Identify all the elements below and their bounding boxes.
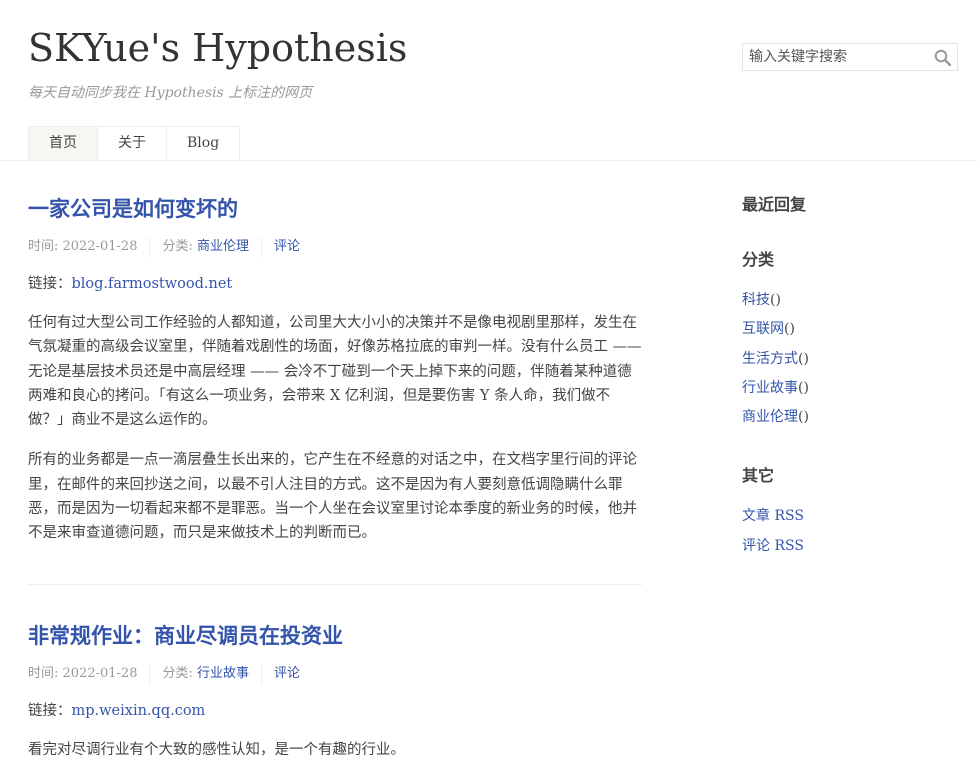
category-item-link[interactable]: 商业伦理: [742, 409, 798, 425]
post-content: 看完对尽调行业有个大致的感性认知，是一个有趣的行业。: [28, 738, 642, 762]
source-link[interactable]: mp.weixin.qq.com: [72, 703, 206, 719]
category-item: 互联网(): [742, 315, 962, 344]
widget-other: 其它 文章 RSS 评论 RSS: [742, 464, 962, 561]
category-link[interactable]: 商业伦理: [197, 239, 249, 254]
other-item: 评论 RSS: [742, 532, 962, 561]
posts-rss-link[interactable]: 文章 RSS: [742, 508, 804, 524]
category-list: 科技() 互联网() 生活方式() 行业故事() 商业伦理(): [742, 286, 962, 432]
post-time: 时间: 2022-01-28: [28, 665, 138, 681]
post-paragraph: 所有的业务都是一点一滴层叠生长出来的，它产生在不经意的对话之中，在文档字里行间的…: [28, 452, 637, 542]
category-item: 行业故事(): [742, 374, 962, 403]
post-meta: 时间: 2022-01-28 分类: 行业故事 评论: [28, 663, 642, 684]
category-item-link[interactable]: 科技: [742, 292, 770, 308]
category-count: (): [798, 350, 809, 367]
site-header: SKYue's Hypothesis 每天自动同步我在 Hypothesis 上…: [0, 0, 977, 161]
post-title-link[interactable]: 一家公司是如何变坏的: [28, 197, 238, 221]
main-content: 一家公司是如何变坏的 时间: 2022-01-28 分类: 商业伦理 评论 链接…: [28, 160, 642, 762]
source-link[interactable]: blog.farmostwood.net: [72, 276, 233, 292]
post-title: 一家公司是如何变坏的: [28, 193, 642, 225]
nav-item-blog[interactable]: Blog: [166, 126, 241, 160]
category-count: (): [770, 292, 781, 308]
widget-title: 其它: [742, 466, 775, 486]
post-title-link[interactable]: 非常规作业：商业尽调员在投资业: [28, 624, 343, 648]
post-title: 非常规作业：商业尽调员在投资业: [28, 620, 642, 652]
category-count: (): [798, 409, 809, 426]
post-category: 分类: 商业伦理: [149, 237, 261, 257]
category-label: 分类:: [162, 665, 193, 681]
post-comments: 评论: [261, 663, 312, 684]
widget-title: 最近回复: [742, 195, 807, 214]
widget-recent-comments: 最近回复: [742, 193, 962, 217]
category-link[interactable]: 行业故事: [197, 666, 249, 681]
post-time: 时间: 2022-01-28: [28, 239, 138, 254]
category-count: (): [798, 379, 809, 396]
source-label: 链接：: [28, 702, 72, 719]
other-list: 文章 RSS 评论 RSS: [742, 502, 962, 561]
post-content: 任何有过大型公司工作经验的人都知道，公司里大大小小的决策并不是像电视剧里那样，发…: [28, 311, 642, 546]
category-item: 生活方式(): [742, 345, 962, 374]
widget-title: 分类: [742, 250, 775, 269]
post-paragraph: 任何有过大型公司工作经验的人都知道，公司里大大小小的决策并不是像电视剧里那样，发…: [28, 315, 642, 429]
category-item-link[interactable]: 互联网: [742, 321, 784, 337]
search-form: [742, 43, 958, 71]
sidebar: 最近回复 分类 科技() 互联网() 生活方式() 行业故事() 商业伦理() …: [742, 160, 962, 561]
post: 一家公司是如何变坏的 时间: 2022-01-28 分类: 商业伦理 评论 链接…: [28, 160, 642, 546]
other-item: 文章 RSS: [742, 502, 962, 531]
search-input[interactable]: [743, 44, 929, 70]
nav-item-about[interactable]: 关于: [97, 126, 167, 160]
comments-link[interactable]: 评论: [274, 239, 300, 254]
search-icon[interactable]: [934, 49, 952, 67]
category-item-link[interactable]: 生活方式: [742, 351, 798, 367]
post: 非常规作业：商业尽调员在投资业 时间: 2022-01-28 分类: 行业故事 …: [28, 583, 642, 762]
source-label: 链接：: [28, 276, 72, 292]
nav-item-home[interactable]: 首页: [28, 126, 98, 160]
site-title[interactable]: SKYue's Hypothesis: [28, 26, 407, 70]
main-nav: 首页 关于 Blog: [28, 126, 241, 160]
category-item: 科技(): [742, 286, 962, 315]
post-comments: 评论: [261, 237, 312, 257]
category-item: 商业伦理(): [742, 403, 962, 432]
comments-link[interactable]: 评论: [274, 666, 300, 681]
site-description: 每天自动同步我在 Hypothesis 上标注的网页: [28, 85, 313, 101]
post-category: 分类: 行业故事: [149, 663, 261, 684]
post-source: 链接：blog.farmostwood.net: [28, 273, 642, 295]
post-meta: 时间: 2022-01-28 分类: 商业伦理 评论: [28, 237, 642, 257]
category-label: 分类:: [162, 239, 193, 254]
category-item-link[interactable]: 行业故事: [742, 380, 798, 396]
widget-categories: 分类 科技() 互联网() 生活方式() 行业故事() 商业伦理(): [742, 248, 962, 432]
post-paragraph: 看完对尽调行业有个大致的感性认知，是一个有趣的行业。: [28, 741, 405, 758]
comments-rss-link[interactable]: 评论 RSS: [742, 538, 804, 554]
category-count: (): [784, 321, 795, 338]
post-source: 链接：mp.weixin.qq.com: [28, 700, 642, 722]
